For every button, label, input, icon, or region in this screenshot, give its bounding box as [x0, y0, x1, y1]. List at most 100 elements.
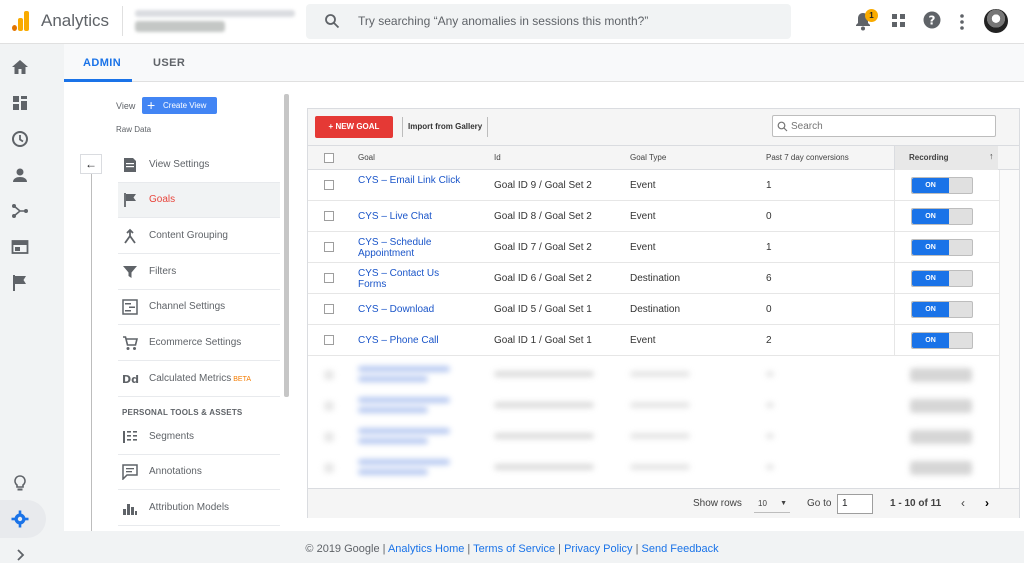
nav-item-filters[interactable]: Filters — [118, 255, 280, 290]
avatar[interactable] — [984, 9, 1008, 33]
recording-header-label: Recording — [909, 153, 949, 162]
goal-type: Event — [630, 242, 656, 253]
row-checkbox[interactable] — [324, 273, 334, 283]
view-selector[interactable]: Raw Data — [116, 125, 151, 134]
goal-link[interactable]: CYS – Email Link Click — [358, 175, 468, 186]
redacted-row — [308, 421, 1019, 452]
rows-per-page-select[interactable]: 10 ▼ — [754, 495, 790, 513]
goal-link[interactable]: CYS – Download — [358, 304, 468, 315]
nav-item-content-grouping[interactable]: Content Grouping — [118, 219, 280, 254]
recording-toggle[interactable]: ON — [911, 270, 973, 287]
recording-toggle[interactable]: ON — [911, 208, 973, 225]
toggle-on-label: ON — [912, 333, 949, 348]
page-range: 1 - 10 of 11 — [890, 498, 942, 509]
next-page-button[interactable]: › — [978, 494, 996, 514]
row-checkbox[interactable] — [324, 304, 334, 314]
goals-search[interactable] — [772, 115, 996, 137]
tool-item-label: Attribution Models — [149, 502, 230, 513]
realtime-icon[interactable] — [11, 130, 29, 148]
goal-link[interactable]: CYS – Phone Call — [358, 335, 468, 346]
tool-item-attribution-models[interactable]: Attribution Models — [118, 491, 280, 526]
recording-toggle[interactable]: ON — [911, 177, 973, 194]
tool-item-annotations[interactable]: Annotations — [118, 455, 280, 490]
goto-page-input[interactable]: 1 — [837, 494, 873, 514]
row-checkbox[interactable] — [324, 335, 334, 345]
attribution-icon — [122, 500, 138, 516]
recording-toggle[interactable]: ON — [911, 301, 973, 318]
acquisition-icon[interactable] — [11, 202, 29, 220]
back-arrow-icon[interactable]: ← — [80, 154, 102, 174]
nav-scrollbar[interactable] — [284, 94, 289, 397]
row-checkbox[interactable] — [324, 242, 334, 252]
behavior-icon[interactable] — [11, 238, 29, 256]
prev-page-button[interactable]: ‹ — [954, 494, 972, 514]
row-checkbox[interactable] — [324, 211, 334, 221]
tab-user[interactable]: USER — [153, 57, 185, 69]
nav-item-channel-settings[interactable]: Channel Settings — [118, 290, 280, 325]
content-grouping-icon — [122, 228, 138, 244]
more-vert-icon[interactable] — [959, 13, 965, 31]
goal-link[interactable]: CYS – Contact Us Forms — [358, 268, 468, 290]
link-privacy-policy[interactable]: Privacy Policy — [564, 543, 632, 555]
analytics-logo[interactable] — [12, 11, 30, 31]
recording-toggle[interactable]: ON — [911, 239, 973, 256]
goal-link[interactable]: CYS – Live Chat — [358, 211, 468, 222]
column-header-recording[interactable]: Recording ↑ — [894, 146, 998, 170]
home-icon[interactable] — [11, 58, 29, 76]
filter-icon — [122, 264, 138, 280]
link-analytics-home[interactable]: Analytics Home — [388, 543, 464, 555]
table-scrollbar[interactable] — [999, 170, 1019, 488]
create-view-button[interactable]: + Create View — [142, 97, 217, 114]
tool-item-segments[interactable]: Segments — [118, 420, 280, 455]
column-header-goal-type[interactable]: Goal Type — [630, 153, 666, 162]
nav-item-view-settings[interactable]: View Settings — [118, 148, 280, 183]
toggle-on-label: ON — [912, 271, 949, 286]
admin-panel: ADMIN USER View + Create View Raw Data ←… — [64, 44, 1024, 531]
admin-tabs: ADMIN USER — [64, 44, 1024, 82]
conversions-icon[interactable] — [11, 274, 29, 292]
nav-item-calculated-metrics[interactable]: Dd Calculated Metrics BETA — [118, 362, 280, 397]
nav-item-label: View Settings — [149, 159, 210, 170]
left-nav-rail — [0, 44, 46, 563]
row-checkbox[interactable] — [324, 180, 334, 190]
annotations-icon — [122, 464, 138, 481]
new-goal-button[interactable]: + NEW GOAL — [315, 116, 393, 138]
admin-gear-icon[interactable] — [11, 510, 29, 528]
recording-toggle[interactable]: ON — [911, 332, 973, 349]
discover-icon[interactable] — [11, 474, 29, 492]
redacted-row — [308, 390, 1019, 421]
search-bar[interactable]: Try searching “Any anomalies in sessions… — [306, 4, 791, 39]
segments-icon — [122, 429, 138, 445]
tree-connector — [91, 174, 92, 531]
column-header-id[interactable]: Id — [494, 153, 501, 162]
table-row: CYS – Schedule Appointment Goal ID 7 / Go… — [308, 232, 1019, 263]
select-all-checkbox[interactable] — [324, 153, 334, 163]
app-title: Analytics — [41, 11, 110, 30]
link-terms-of-service[interactable]: Terms of Service — [473, 543, 555, 555]
goals-table-card: + NEW GOAL Import from Gallery Goal Id G… — [307, 108, 1020, 518]
active-tab-indicator — [64, 79, 132, 82]
toggle-on-label: ON — [912, 209, 949, 224]
account-switcher[interactable] — [122, 6, 302, 36]
column-header-conversions[interactable]: Past 7 day conversions — [766, 153, 849, 162]
nav-item-ecommerce-settings[interactable]: Ecommerce Settings — [118, 326, 280, 361]
tab-admin[interactable]: ADMIN — [83, 57, 121, 69]
help-icon[interactable]: ? — [923, 11, 941, 29]
goal-link[interactable]: CYS – Schedule Appointment — [358, 237, 468, 259]
link-send-feedback[interactable]: Send Feedback — [642, 543, 719, 555]
recording-cell: ON — [894, 294, 998, 325]
tool-item-label: Annotations — [149, 466, 202, 477]
column-header-goal[interactable]: Goal — [358, 153, 375, 162]
audience-icon[interactable] — [11, 166, 29, 184]
goals-toolbar: + NEW GOAL Import from Gallery — [308, 109, 1019, 146]
goal-id: Goal ID 9 / Goal Set 2 — [494, 180, 592, 191]
search-icon — [777, 121, 788, 132]
goal-type: Destination — [630, 304, 681, 315]
rows-per-page-value: 10 — [758, 499, 767, 508]
table-row: CYS – Email Link Click Goal ID 9 / Goal S… — [308, 170, 1019, 201]
nav-item-goals[interactable]: Goals — [118, 183, 280, 218]
customization-icon[interactable] — [11, 94, 29, 112]
goals-search-input[interactable] — [791, 119, 981, 134]
apps-grid-icon[interactable] — [892, 14, 906, 28]
import-from-gallery-button[interactable]: Import from Gallery — [402, 117, 489, 137]
